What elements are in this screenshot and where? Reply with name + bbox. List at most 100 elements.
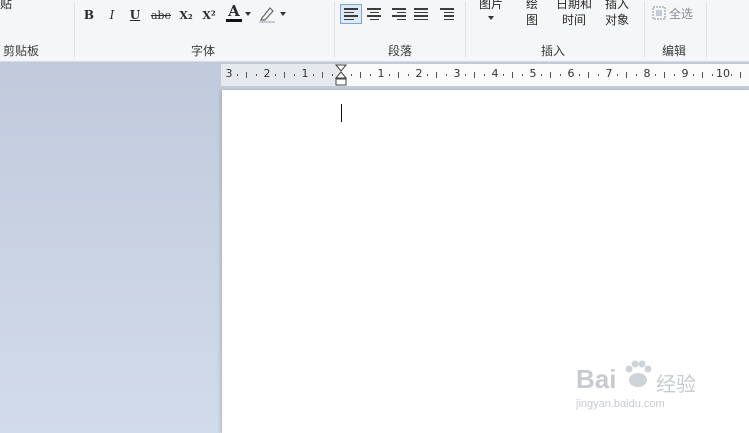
separator [74, 2, 75, 58]
ruler-tick [436, 72, 437, 78]
ruler-tick [284, 72, 285, 78]
edit-group-label: 编辑 [662, 44, 687, 58]
drawing-label-top: 绘 [525, 0, 538, 11]
ruler-number: 7 [605, 67, 613, 80]
select-all-icon [652, 6, 666, 20]
chevron-down-icon[interactable] [280, 12, 286, 16]
ruler-number: 10 [716, 67, 730, 80]
font-color-button[interactable]: A [226, 3, 242, 23]
ruler-dot [445, 74, 447, 76]
drawing-label-bottom: 图 [525, 13, 538, 27]
ruler-number: 9 [681, 67, 689, 80]
ruler-dot [350, 74, 352, 76]
insert-object-label-top: 插入 [604, 0, 629, 11]
separator [334, 2, 335, 58]
ruler-dot [559, 74, 561, 76]
ruler-tick [512, 72, 513, 78]
ruler-tick [550, 72, 551, 78]
ruler-number: 5 [529, 67, 537, 80]
ruler-dot [635, 74, 637, 76]
ruler-tick [360, 72, 361, 78]
ruler-dot [692, 74, 694, 76]
ruler-dot [730, 74, 732, 76]
ruler-dot [236, 74, 238, 76]
ruler-dot [597, 74, 599, 76]
strikethrough-button[interactable]: abe [150, 6, 172, 24]
ruler-number: 3 [453, 67, 461, 80]
watermark-brand-tail: 经验 [656, 372, 696, 396]
ruler-dot [331, 74, 333, 76]
separator [706, 2, 707, 58]
ruler-number: 2 [415, 67, 423, 80]
align-right-button[interactable] [388, 4, 408, 24]
font-group-label: 字体 [191, 44, 216, 58]
insert-group-label: 插入 [541, 44, 566, 58]
ruler-number: 2 [263, 67, 271, 80]
line-spacing-button[interactable] [436, 4, 456, 24]
ruler-number: 3 [225, 67, 233, 80]
select-all-label: 全选 [669, 6, 694, 21]
subscript-button[interactable]: X₂ [177, 6, 195, 24]
datetime-label-top: 日期和 [555, 0, 592, 11]
ruler-tick [664, 72, 665, 78]
superscript-button[interactable]: X² [200, 6, 218, 24]
ruler-dot [255, 74, 257, 76]
ruler-dot [312, 74, 314, 76]
ruler-dot [673, 74, 675, 76]
datetime-button[interactable]: 日期和 时间 [553, 0, 595, 28]
align-left-button[interactable] [340, 4, 362, 24]
chevron-down-icon [488, 16, 494, 20]
picture-label: 图片 [478, 0, 503, 11]
ruler-number: 1 [301, 67, 309, 80]
ribbon: 贴 剪贴板 B I U abe X₂ X² A 字体 段落 图片 绘 图 日期和… [0, 0, 749, 62]
ruler-number: 6 [567, 67, 575, 80]
ruler-dot [502, 74, 504, 76]
baidu-jingyan-watermark: Bai 经验 jingyan.baidu.com [576, 358, 716, 418]
ruler-tick [588, 72, 589, 78]
clipboard-group-label: 剪贴板 [3, 44, 40, 58]
ruler-dot [654, 74, 656, 76]
horizontal-ruler[interactable]: 3 2 1 1 2 3 4 5 6 7 8 9 10 [221, 64, 749, 87]
ruler-tick [626, 72, 627, 78]
underline-button[interactable]: U [128, 6, 142, 24]
text-cursor [341, 104, 342, 122]
indent-marker-icon[interactable] [335, 64, 347, 86]
ruler-dot [483, 74, 485, 76]
ruler-number: 1 [377, 67, 385, 80]
watermark-url: jingyan.baidu.com [576, 398, 665, 410]
ruler-number: 4 [491, 67, 499, 80]
ruler-dot [407, 74, 409, 76]
ruler-number: 8 [643, 67, 651, 80]
drawing-button[interactable]: 绘 图 [522, 0, 542, 28]
highlighter-icon[interactable] [259, 6, 275, 23]
insert-object-button[interactable]: 插入 对象 [602, 0, 632, 28]
ruler-dot [464, 74, 466, 76]
italic-button[interactable]: I [105, 6, 119, 24]
ruler-tick [246, 72, 247, 78]
separator [465, 2, 466, 58]
ruler-dot [369, 74, 371, 76]
ruler-dot [293, 74, 295, 76]
font-color-bar [226, 19, 242, 22]
select-all-button[interactable]: 全选 [652, 4, 693, 22]
insert-object-label-bottom: 对象 [604, 13, 629, 27]
paste-button[interactable]: 贴 [0, 0, 12, 12]
ruler-tick [322, 72, 323, 78]
justify-button[interactable] [411, 4, 431, 24]
chevron-down-icon[interactable] [245, 12, 251, 16]
separator [644, 2, 645, 58]
ruler-dot [274, 74, 276, 76]
ruler-dot [578, 74, 580, 76]
ruler-tick [740, 72, 741, 78]
watermark-brand: Bai [576, 364, 617, 394]
ruler-tick [702, 72, 703, 78]
picture-button[interactable]: 图片 [474, 0, 508, 20]
datetime-label-bottom: 时间 [561, 13, 586, 27]
ruler-dot [426, 74, 428, 76]
ruler-tick [474, 72, 475, 78]
align-center-button[interactable] [364, 4, 384, 24]
ruler-dot [711, 74, 713, 76]
bold-button[interactable]: B [82, 6, 96, 24]
paragraph-group-label: 段落 [388, 44, 413, 58]
ruler-dot [521, 74, 523, 76]
